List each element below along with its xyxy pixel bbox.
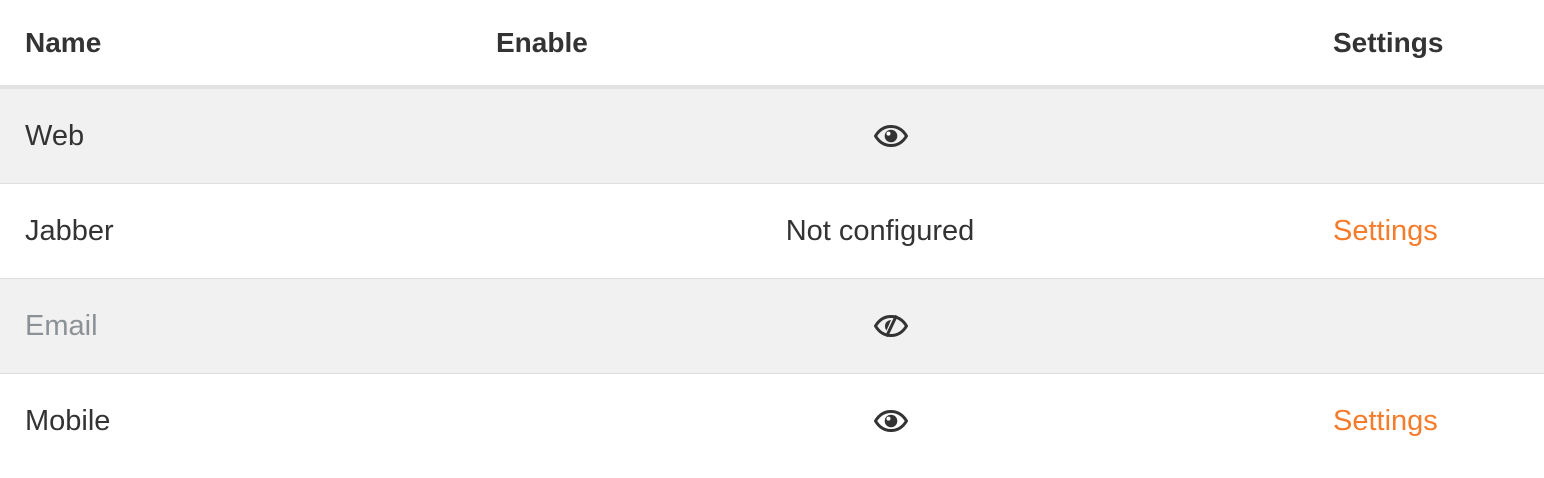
table-row-mobile: Mobile Settings	[0, 374, 1544, 468]
settings-link-jabber[interactable]: Settings	[1333, 215, 1438, 248]
row-name: Mobile	[25, 404, 111, 437]
settings-link-mobile[interactable]: Settings	[1333, 405, 1438, 438]
column-header-settings: Settings	[1333, 26, 1444, 58]
eye-icon[interactable]	[874, 125, 908, 147]
row-name: Jabber	[25, 214, 114, 247]
status-not-configured: Not configured	[785, 214, 975, 247]
table-row-web: Web	[0, 89, 1544, 184]
eye-slash-icon[interactable]	[874, 315, 908, 337]
table-row-email: Email	[0, 279, 1544, 374]
notification-methods-table: Name Enable Settings Web Jabber Not conf…	[0, 0, 1544, 468]
table-row-jabber: Jabber Not configured Settings	[0, 184, 1544, 279]
table-header: Name Enable Settings	[0, 0, 1544, 89]
column-header-enable: Enable	[496, 26, 588, 58]
column-header-name: Name	[25, 26, 102, 58]
eye-icon[interactable]	[874, 410, 908, 432]
row-name: Web	[25, 119, 85, 152]
row-name: Email	[25, 309, 98, 342]
